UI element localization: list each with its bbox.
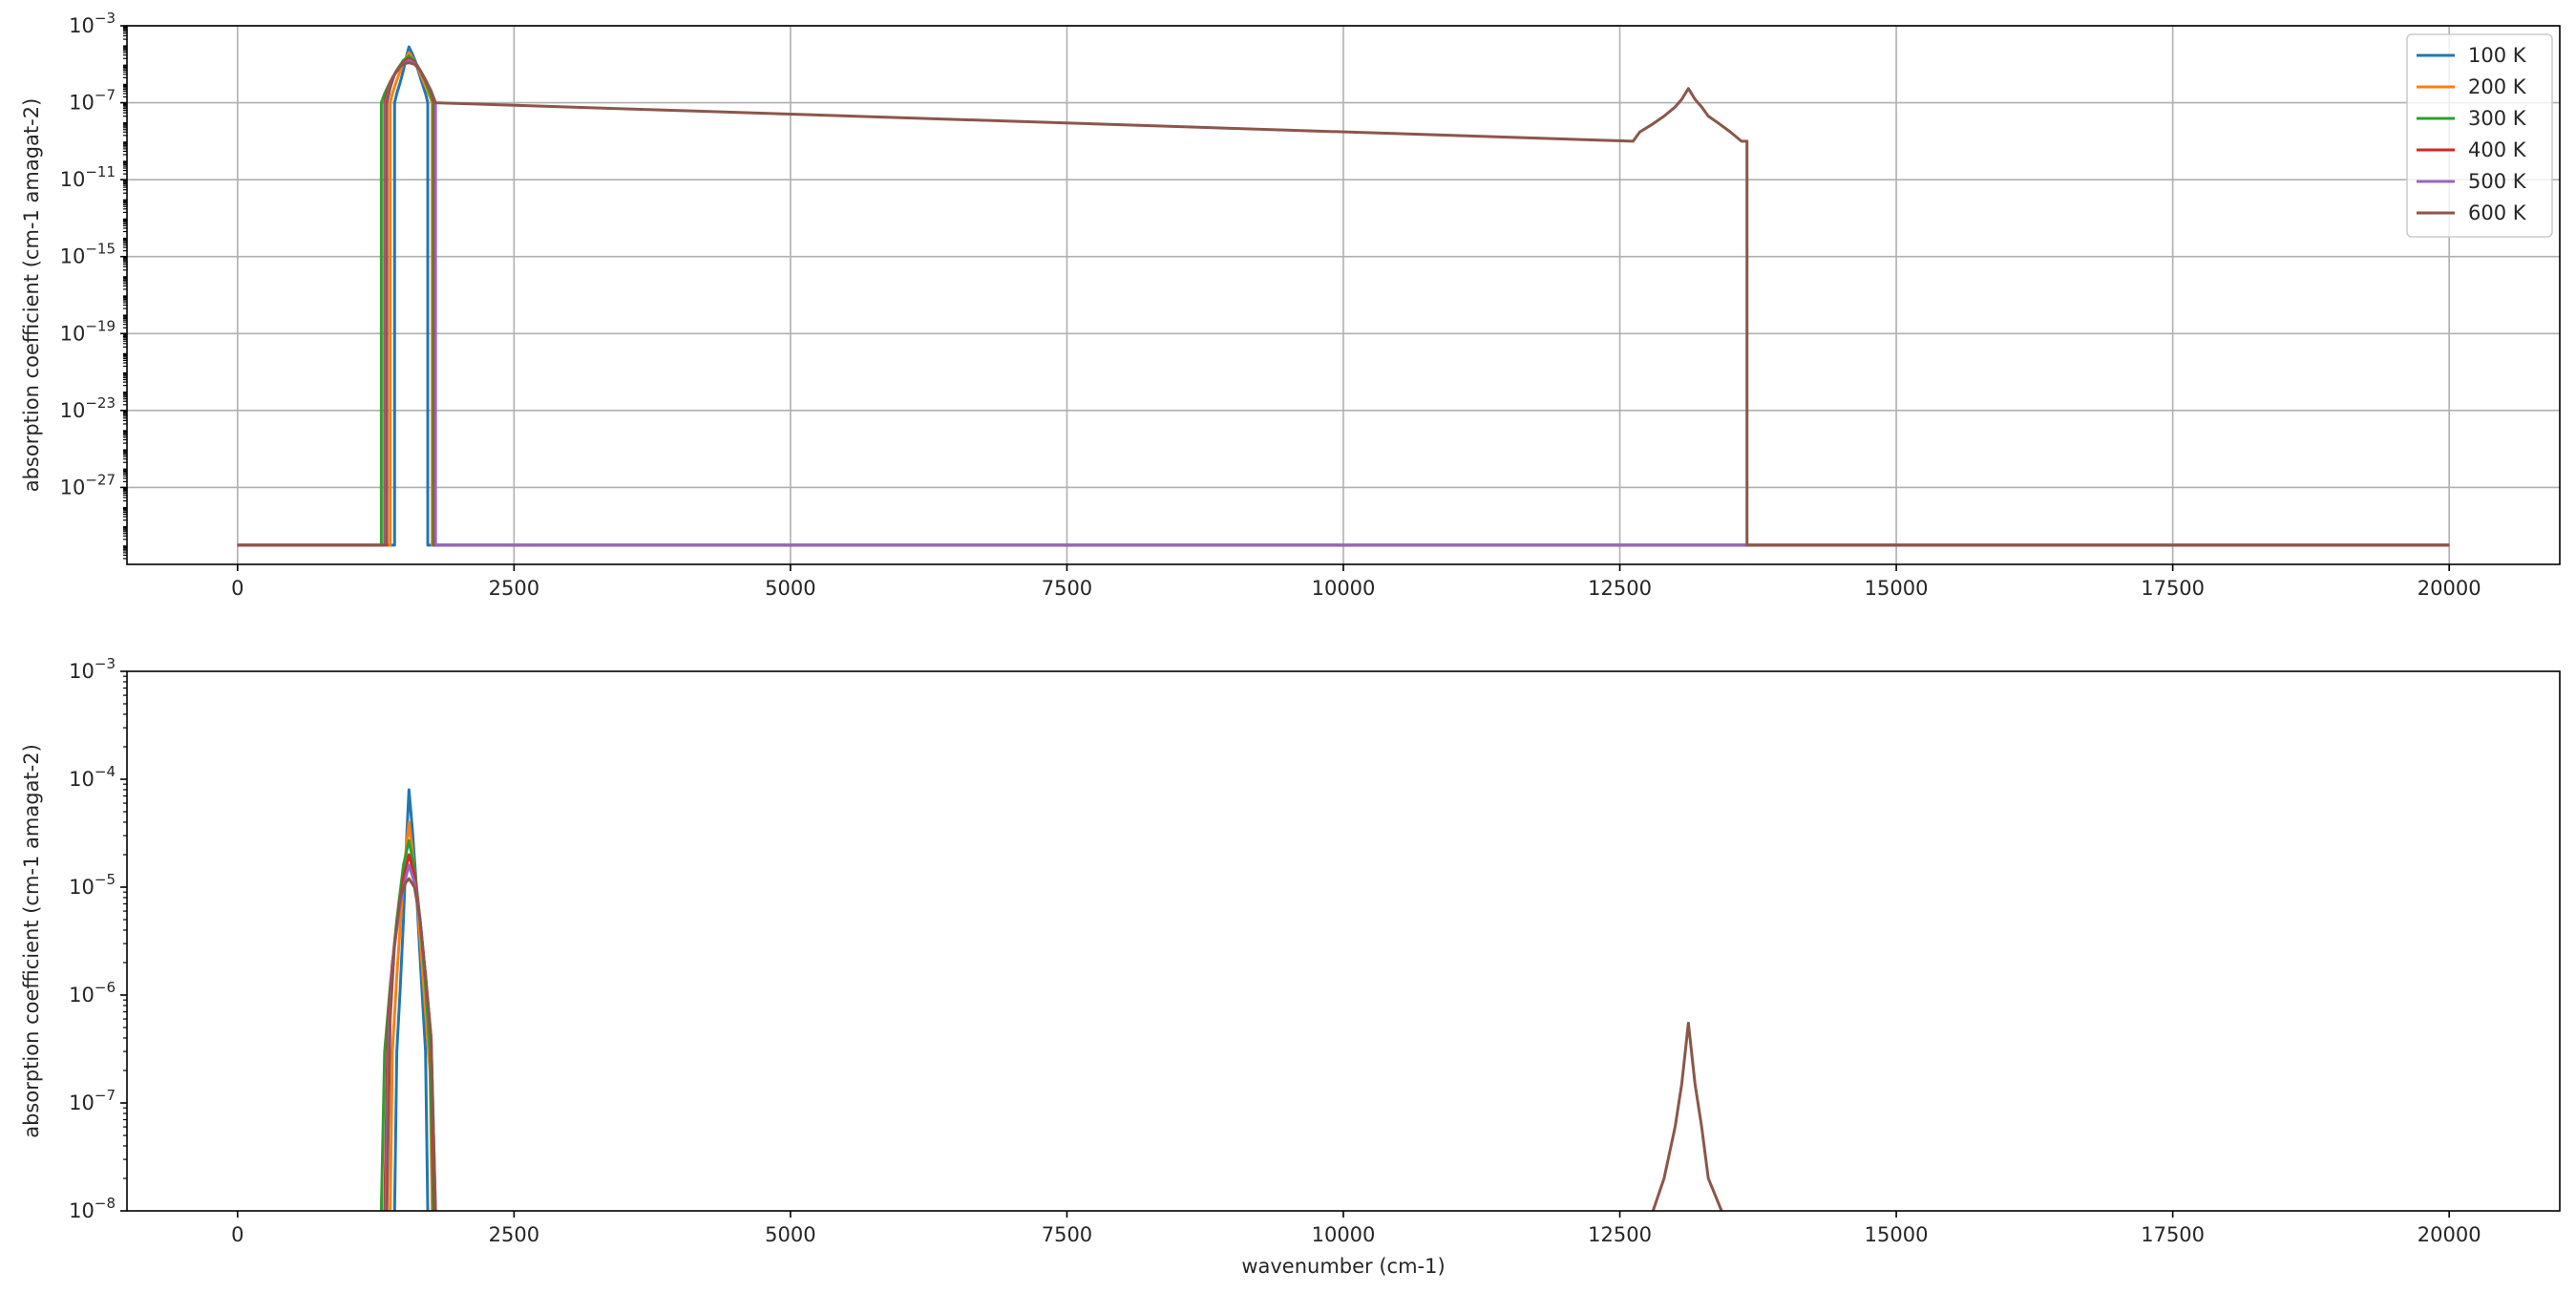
y-tick-label: 10−5 xyxy=(69,871,116,899)
x-tick-label: 15000 xyxy=(1865,577,1929,600)
y-tick-label: 10−7 xyxy=(69,1087,116,1114)
y-tick-label: 10−3 xyxy=(69,10,116,37)
y-tick-label: 10−15 xyxy=(60,241,116,268)
x-tick-label: 17500 xyxy=(2141,1223,2205,1246)
bottom-panel: 0 2500 5000 7500 10000 12500 15000 17500 20000 10… xyxy=(20,655,2561,1278)
x-tick-label: 5000 xyxy=(765,1223,815,1246)
y-tick-label: 10−11 xyxy=(60,163,116,191)
legend-entry: 100 K xyxy=(2468,44,2527,67)
x-tick-label: 5000 xyxy=(765,577,815,600)
y-tick-label: 10−7 xyxy=(69,87,116,115)
x-tick-label: 12500 xyxy=(1588,577,1652,600)
legend-entry: 200 K xyxy=(2468,75,2527,98)
plot-area xyxy=(379,788,1723,1211)
legend-entry: 400 K xyxy=(2468,138,2527,161)
x-axis-label: wavenumber (cm-1) xyxy=(1241,1255,1445,1278)
x-tick-label: 0 xyxy=(231,577,243,600)
y-tick-label: 10−6 xyxy=(69,979,116,1007)
x-tick-label: 15000 xyxy=(1865,1223,1929,1246)
y-tick-label: 10−3 xyxy=(69,655,116,683)
x-tick-label: 12500 xyxy=(1588,1223,1652,1246)
figure: 0 2500 5000 7500 10000 12500 15000 17500 20000 10… xyxy=(20,10,2561,1278)
x-tick-label: 7500 xyxy=(1042,577,1092,600)
y-tick-label: 10−27 xyxy=(60,471,116,498)
x-tick-label: 2500 xyxy=(489,1223,539,1246)
x-tick-label: 2500 xyxy=(489,577,539,600)
y-tick-label: 10−4 xyxy=(69,763,116,791)
x-tick-label: 20000 xyxy=(2418,577,2481,600)
y-tick-label: 10−19 xyxy=(60,317,116,345)
axes-frame xyxy=(126,670,2561,1212)
x-tick-label: 10000 xyxy=(1312,1223,1376,1246)
top-panel: 0 2500 5000 7500 10000 12500 15000 17500 20000 10… xyxy=(20,10,2561,600)
y-axis-label: absorption coefficient (cm-1 amagat-2) xyxy=(20,744,43,1138)
x-tick-label: 20000 xyxy=(2418,1223,2481,1246)
legend-entry: 600 K xyxy=(2468,201,2527,224)
x-tick-label: 7500 xyxy=(1042,1223,1092,1246)
series-line-5 xyxy=(385,877,1723,1211)
y-tick-label: 10−8 xyxy=(69,1195,116,1222)
x-tick-label: 10000 xyxy=(1312,577,1376,600)
x-tick-label: 0 xyxy=(231,1223,243,1246)
legend-entry: 300 K xyxy=(2468,107,2527,130)
x-tick-label: 17500 xyxy=(2141,577,2205,600)
legend-entry: 500 K xyxy=(2468,170,2527,193)
y-tick-label: 10−23 xyxy=(60,394,116,422)
y-axis-label: absorption coefficient (cm-1 amagat-2) xyxy=(20,98,43,493)
